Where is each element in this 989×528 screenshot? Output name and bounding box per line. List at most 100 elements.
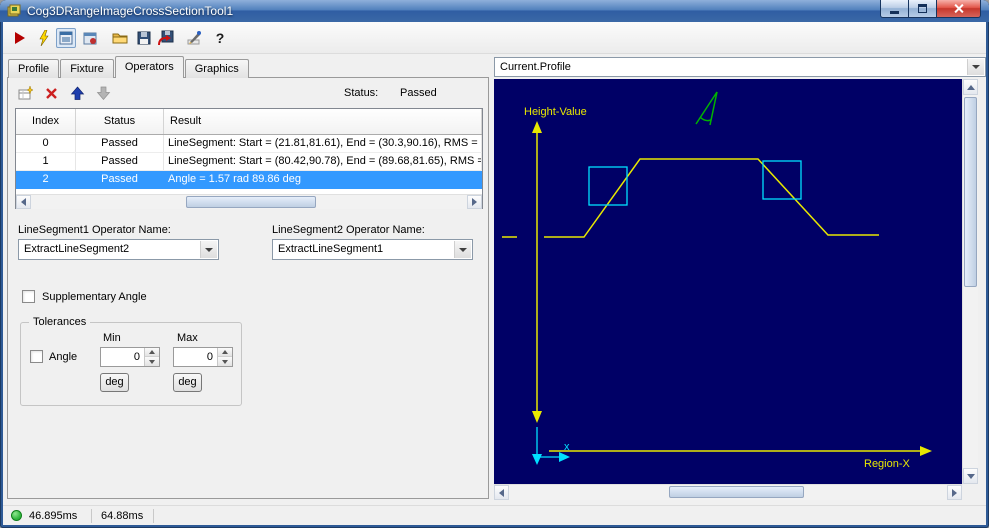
spin-up-button[interactable] (218, 348, 232, 357)
scroll-right-button[interactable] (467, 195, 482, 209)
cell-status: Passed (76, 171, 164, 188)
window-title: Cog3DRangeImageCrossSectionTool1 (27, 4, 234, 18)
table-row[interactable]: 0 Passed LineSegment: Start = (21.81,81.… (16, 135, 482, 153)
max-unit-button[interactable]: deg (173, 373, 202, 392)
scroll-thumb[interactable] (186, 196, 316, 208)
arrow-down-icon (149, 359, 155, 364)
supplementary-angle-checkbox[interactable] (22, 290, 35, 303)
pen-icon (187, 31, 201, 45)
arrow-up-icon (222, 350, 228, 354)
close-button[interactable] (936, 0, 981, 18)
minimize-icon (890, 10, 899, 14)
scroll-thumb[interactable] (964, 97, 977, 287)
tool-settings-button[interactable] (80, 28, 100, 48)
spinner-buttons (144, 348, 159, 366)
run-button[interactable] (10, 28, 30, 48)
delete-operator-button[interactable] (42, 84, 60, 102)
angle-tolerance-checkbox[interactable] (30, 350, 43, 363)
tool-image-display-button[interactable] (56, 28, 76, 48)
min-unit-button[interactable]: deg (100, 373, 129, 392)
help-icon: ? (215, 30, 225, 46)
min-spinner[interactable]: 0 (100, 347, 160, 367)
run-continuous-button[interactable] (34, 28, 54, 48)
column-header-status[interactable]: Status (76, 109, 164, 134)
tab-graphics[interactable]: Graphics (184, 59, 249, 78)
segment2-marker-box (762, 160, 802, 200)
profile-selector-combobox[interactable]: Current.Profile (494, 57, 986, 77)
max-spinner[interactable]: 0 (173, 347, 233, 367)
window-body: ? Profile Fixture Operators Graphics Sta… (3, 22, 986, 525)
cell-index: 2 (16, 171, 76, 188)
display-vscrollbar[interactable] (962, 79, 978, 484)
status-value: Passed (400, 87, 437, 99)
help-button[interactable]: ? (210, 28, 230, 48)
table-row-selected[interactable]: 2 Passed Angle = 1.57 rad 89.86 deg (16, 171, 482, 189)
scroll-left-button[interactable] (16, 195, 31, 209)
column-header-result[interactable]: Result (164, 109, 482, 134)
profile-plot: Height-Value Region-X x (502, 91, 932, 470)
total-time: 64.88ms (101, 510, 144, 522)
scroll-left-button[interactable] (494, 485, 509, 500)
axis-arrow-right-icon (920, 446, 932, 456)
scroll-up-button[interactable] (963, 79, 978, 95)
tab-fixture[interactable]: Fixture (60, 59, 114, 78)
edit-signature-button[interactable] (184, 28, 204, 48)
cell-result: LineSegment: Start = (21.81,81.61), End … (164, 135, 482, 152)
dropdown-button[interactable] (454, 241, 471, 258)
save-file-button[interactable] (134, 28, 154, 48)
arrow-down-icon (966, 473, 975, 479)
arrow-right-icon (472, 198, 477, 206)
run-icon (15, 32, 25, 44)
linesegment2-value: ExtractLineSegment1 (278, 243, 384, 255)
image-display-icon (59, 31, 73, 45)
minimize-button[interactable] (880, 0, 909, 18)
graphics-panel: Current.Profile Height-Value Region-X x (494, 57, 986, 500)
scroll-right-button[interactable] (947, 485, 962, 500)
titlebar[interactable]: Cog3DRangeImageCrossSectionTool1 (0, 0, 989, 22)
profile-selector-value: Current.Profile (500, 61, 571, 73)
cyan-arrow-down-icon (532, 454, 542, 465)
operators-table: Index Status Result 0 Passed LineSegment… (15, 108, 483, 209)
move-down-button[interactable] (94, 84, 112, 102)
cell-index: 1 (16, 153, 76, 170)
table-row[interactable]: 1 Passed LineSegment: Start = (80.42,90.… (16, 153, 482, 171)
spin-down-button[interactable] (218, 357, 232, 366)
linesegment2-combobox[interactable]: ExtractLineSegment1 (272, 239, 473, 260)
linesegment1-value: ExtractLineSegment2 (24, 243, 130, 255)
linesegment1-combobox[interactable]: ExtractLineSegment2 (18, 239, 219, 260)
min-label: Min (103, 332, 121, 344)
dropdown-button[interactable] (967, 59, 984, 75)
arrow-left-icon (499, 488, 504, 497)
window-controls (880, 0, 981, 18)
add-operator-button[interactable] (16, 84, 34, 102)
table-hscrollbar[interactable] (16, 194, 482, 209)
import-file-button[interactable] (156, 28, 176, 48)
app-icon (7, 4, 21, 17)
spin-up-button[interactable] (145, 348, 159, 357)
execution-time: 46.895ms (29, 510, 78, 522)
axis-arrow-up-icon (532, 121, 542, 133)
spinner-buttons (217, 348, 232, 366)
arrow-up-icon (966, 84, 975, 90)
maximize-button[interactable] (909, 0, 936, 18)
cyan-arrow-right-icon (559, 452, 570, 462)
column-header-index[interactable]: Index (16, 109, 76, 134)
display-hscrollbar[interactable] (494, 484, 962, 500)
arrow-up-icon (70, 85, 84, 100)
maximize-icon (918, 4, 927, 13)
tab-profile[interactable]: Profile (8, 59, 60, 78)
axis-arrow-down-icon (532, 411, 542, 423)
linesegment1-label: LineSegment1 Operator Name: (18, 224, 171, 236)
spin-down-button[interactable] (145, 357, 159, 366)
profile-display[interactable]: Height-Value Region-X x (494, 79, 962, 484)
tab-operators[interactable]: Operators (114, 56, 184, 78)
angle-marker-arc (699, 116, 712, 122)
open-file-button[interactable] (110, 28, 130, 48)
arrow-down-icon (96, 86, 110, 100)
x-axis-label: Region-X (864, 458, 911, 470)
dropdown-button[interactable] (200, 241, 217, 258)
scroll-thumb[interactable] (669, 486, 804, 498)
move-up-button[interactable] (68, 84, 86, 102)
cell-status: Passed (76, 153, 164, 170)
scroll-down-button[interactable] (963, 468, 978, 484)
